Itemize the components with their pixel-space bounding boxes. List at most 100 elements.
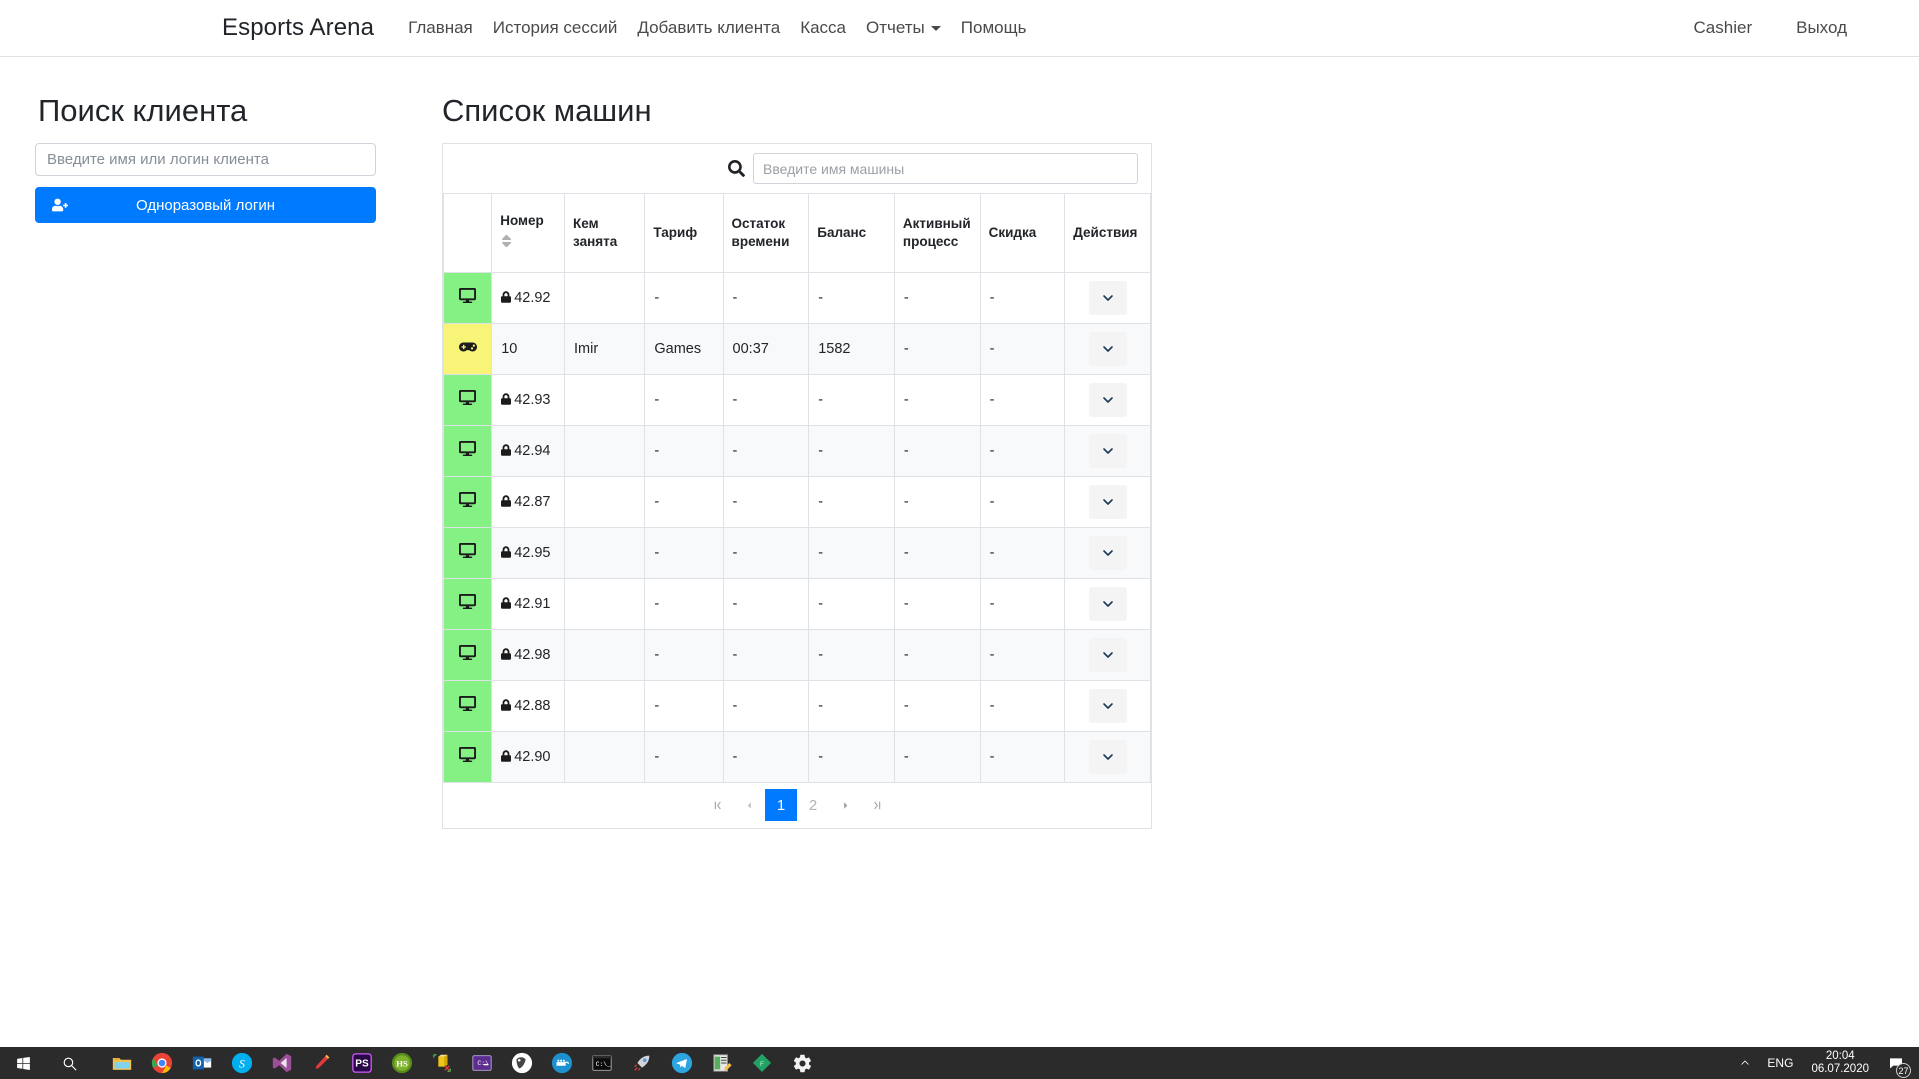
row-expand-button[interactable] xyxy=(1089,485,1127,519)
sort-icon[interactable] xyxy=(500,233,556,254)
clock-time: 20:04 xyxy=(1826,1050,1855,1063)
taskbar-search-icon[interactable] xyxy=(46,1047,92,1079)
pagination-first[interactable] xyxy=(701,789,733,821)
monitor-icon xyxy=(459,700,476,716)
machine-discount-cell: - xyxy=(980,323,1065,374)
pagination-last[interactable] xyxy=(861,789,893,821)
3d-builder-icon[interactable] xyxy=(422,1047,462,1079)
table-row[interactable]: 42.90----- xyxy=(444,731,1151,782)
one-time-login-button[interactable]: Одноразовый логин xyxy=(35,187,376,223)
docker-icon[interactable] xyxy=(542,1047,582,1079)
row-expand-button[interactable] xyxy=(1089,383,1127,417)
visual-studio-icon[interactable] xyxy=(262,1047,302,1079)
framework-icon[interactable]: F xyxy=(742,1047,782,1079)
file-explorer-icon[interactable] xyxy=(102,1047,142,1079)
machine-occupied-by-cell xyxy=(565,578,645,629)
settings-gear-icon[interactable] xyxy=(782,1047,822,1079)
machine-time-left-cell: - xyxy=(723,527,809,578)
pagination-next[interactable] xyxy=(829,789,861,821)
row-expand-button[interactable] xyxy=(1089,332,1127,366)
machine-number: 42.90 xyxy=(514,749,550,765)
table-row[interactable]: 42.98----- xyxy=(444,629,1151,680)
machine-number: 42.98 xyxy=(514,647,550,663)
rocket-icon[interactable] xyxy=(622,1047,662,1079)
table-row[interactable]: 42.93----- xyxy=(444,374,1151,425)
machine-occupied-by-cell xyxy=(565,425,645,476)
machine-search-input[interactable] xyxy=(753,153,1138,184)
outlook-icon[interactable] xyxy=(182,1047,222,1079)
nav-link-reports[interactable]: Отчеты xyxy=(856,18,951,38)
machine-tariff-cell: - xyxy=(645,731,723,782)
wireshark-icon[interactable] xyxy=(502,1047,542,1079)
brand-logo[interactable]: Esports Arena xyxy=(222,14,374,42)
table-row[interactable]: 42.95----- xyxy=(444,527,1151,578)
nav-link-home[interactable]: Главная xyxy=(398,18,483,38)
pencil-icon[interactable] xyxy=(302,1047,342,1079)
col-number[interactable]: Номер xyxy=(492,194,565,272)
nav-link-help[interactable]: Помощь xyxy=(951,18,1037,38)
windows-start-icon[interactable] xyxy=(0,1047,46,1079)
pagination-page-2[interactable]: 2 xyxy=(797,789,829,821)
machine-list-title: Список машин xyxy=(442,93,1152,129)
notepad-icon[interactable] xyxy=(702,1047,742,1079)
nav-link-cashbox[interactable]: Касса xyxy=(790,18,856,38)
nav-link-add-client[interactable]: Добавить клиента xyxy=(627,18,790,38)
client-search-panel: Поиск клиента Одноразовый логин xyxy=(35,71,420,829)
machine-status-cell[interactable] xyxy=(444,476,492,527)
table-row[interactable]: 42.94----- xyxy=(444,425,1151,476)
taskbar: S PS HS xyxy=(0,1047,1919,1079)
client-search-input[interactable] xyxy=(35,143,376,176)
row-expand-button[interactable] xyxy=(1089,689,1127,723)
monitor-icon xyxy=(459,598,476,614)
machine-status-cell[interactable] xyxy=(444,272,492,323)
powershell-icon[interactable]: C:\ xyxy=(462,1047,502,1079)
row-expand-button[interactable] xyxy=(1089,281,1127,315)
system-tray: ENG 20:04 06.07.2020 27 xyxy=(1731,1047,1919,1079)
machines-table: Номер Кем занята Тариф Остаток времени xyxy=(443,194,1151,783)
language-indicator[interactable]: ENG xyxy=(1759,1047,1801,1079)
table-row[interactable]: 42.87----- xyxy=(444,476,1151,527)
machine-status-cell[interactable] xyxy=(444,578,492,629)
machine-status-cell[interactable] xyxy=(444,527,492,578)
row-expand-button[interactable] xyxy=(1089,587,1127,621)
machine-discount-cell: - xyxy=(980,629,1065,680)
row-expand-button[interactable] xyxy=(1089,536,1127,570)
machine-status-cell[interactable] xyxy=(444,680,492,731)
machine-status-cell[interactable] xyxy=(444,425,492,476)
machine-actions-cell xyxy=(1065,323,1151,374)
chrome-icon[interactable] xyxy=(142,1047,182,1079)
pagination-prev[interactable] xyxy=(733,789,765,821)
pagination-page-1[interactable]: 1 xyxy=(765,789,797,821)
nav-logout[interactable]: Выход xyxy=(1786,18,1857,38)
table-row[interactable]: 42.91----- xyxy=(444,578,1151,629)
table-row[interactable]: 10ImirGames00:371582-- xyxy=(444,323,1151,374)
svg-text:C:\_: C:\_ xyxy=(596,1061,612,1068)
table-row[interactable]: 42.88----- xyxy=(444,680,1151,731)
photoshop-icon[interactable]: PS xyxy=(342,1047,382,1079)
table-row[interactable]: 42.92----- xyxy=(444,272,1151,323)
nav-user-name[interactable]: Cashier xyxy=(1684,18,1763,38)
notifications-icon[interactable]: 27 xyxy=(1879,1047,1913,1079)
nav-link-session-history[interactable]: История сессий xyxy=(483,18,628,38)
row-expand-button[interactable] xyxy=(1089,638,1127,672)
machine-tariff-cell: - xyxy=(645,527,723,578)
machine-actions-cell xyxy=(1065,578,1151,629)
skype-icon[interactable]: S xyxy=(222,1047,262,1079)
machine-actions-cell xyxy=(1065,272,1151,323)
machine-number: 42.87 xyxy=(514,494,550,510)
hearthstone-icon[interactable]: HS xyxy=(382,1047,422,1079)
clock[interactable]: 20:04 06.07.2020 xyxy=(1801,1047,1879,1079)
machine-time-left-cell: - xyxy=(723,578,809,629)
telegram-icon[interactable] xyxy=(662,1047,702,1079)
cmd-icon[interactable]: C:\_ xyxy=(582,1047,622,1079)
machine-status-cell[interactable] xyxy=(444,731,492,782)
row-expand-button[interactable] xyxy=(1089,740,1127,774)
machine-status-cell[interactable] xyxy=(444,323,492,374)
row-expand-button[interactable] xyxy=(1089,434,1127,468)
chevron-up-icon[interactable] xyxy=(1731,1047,1759,1079)
user-plus-icon xyxy=(52,197,68,213)
machines-table-body: 42.92-----10ImirGames00:371582--42.93---… xyxy=(444,272,1151,782)
machine-status-cell[interactable] xyxy=(444,374,492,425)
machine-status-cell[interactable] xyxy=(444,629,492,680)
machine-discount-cell: - xyxy=(980,272,1065,323)
